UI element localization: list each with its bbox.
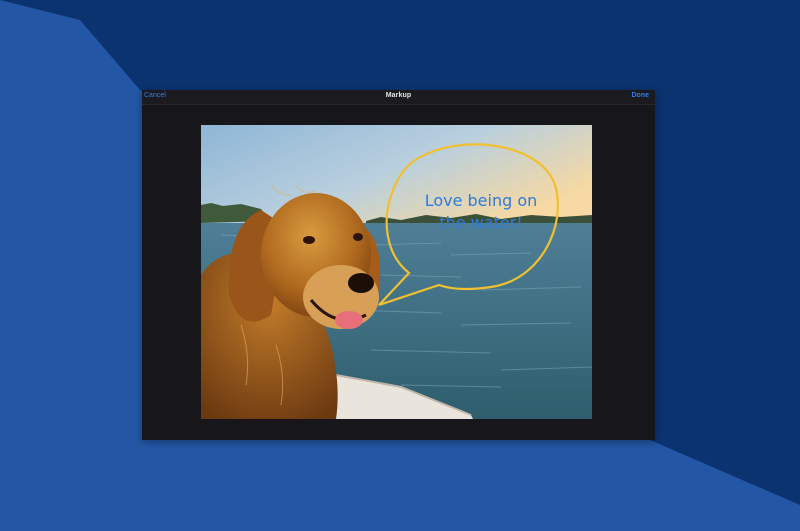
annotation-line-1: Love being on — [424, 191, 538, 210]
dog-photo — [201, 125, 592, 419]
done-button[interactable]: Done — [632, 92, 650, 99]
navigation-bar: Cancel Markup Done — [142, 90, 655, 105]
annotation-line-2: the water! — [439, 213, 523, 232]
window-title: Markup — [385, 92, 412, 99]
photo-canvas[interactable]: Love being on the water! — [201, 125, 592, 419]
annotation-text[interactable]: Love being on the water! — [406, 190, 556, 234]
markup-window: Cancel Markup Done Love being on the wat… — [142, 90, 655, 440]
